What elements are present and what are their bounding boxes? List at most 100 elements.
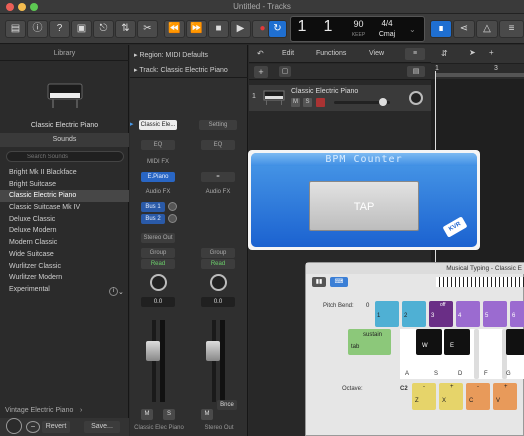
list-item[interactable]: Wurlitzer Classic [0,261,129,273]
global-tracks-icon[interactable]: ▢ [279,66,291,77]
info-icon[interactable]: i [109,287,118,296]
octave-down-key[interactable]: -Z [412,383,436,410]
count-in-button[interactable]: △ [476,20,498,38]
black-key-4[interactable]: 4 [456,301,480,327]
mute-button[interactable]: M [291,98,300,107]
chevron-down-icon[interactable]: ⌄ [118,288,124,296]
rewind-icon: ⏪ [168,23,181,34]
view-menu[interactable]: View [369,50,384,57]
automation-mode[interactable]: Read [141,259,175,269]
black-key-3[interactable]: off 3 [429,301,453,327]
toolbar-toggle-button[interactable]: ▣ [71,20,92,38]
quick-help-button[interactable]: ? [49,20,70,38]
track-header[interactable]: ▸ Track: Classic Electric Piano [134,66,228,74]
list-item[interactable]: Modern Classic [0,237,129,249]
link-icon[interactable]: ⚭ [201,172,235,182]
library-button[interactable]: ▤ [5,20,26,38]
piano-key-t[interactable] [506,329,524,355]
bus-1-send[interactable]: Bus 1 [141,202,165,212]
list-item[interactable]: Deluxe Modern [0,225,129,237]
volume-slider-thumb[interactable] [379,98,387,106]
mini-keyboard[interactable] [436,277,524,287]
solo-button[interactable]: S [163,409,175,420]
library-patch-name: Classic Electric Piano [30,122,99,129]
group-slot[interactable]: Group [201,248,235,258]
output-slot[interactable]: Stereo Out [141,233,175,243]
editors-button[interactable]: ✂ [137,20,158,38]
midi-fx-slot[interactable]: MIDI FX [141,157,175,167]
velocity-up-key[interactable]: + V [493,383,517,410]
audio-fx-slot[interactable]: Audio FX [201,187,235,197]
pan-knob[interactable] [150,274,167,291]
send-knob[interactable] [168,214,177,223]
mixer-button[interactable]: ⇅ [115,20,136,38]
library-footer-item[interactable]: Vintage Electric Piano [5,407,73,414]
black-key-6[interactable]: 6 [510,301,524,327]
keyboard-mode-button[interactable]: ▮▮ [312,277,326,287]
cycle-button[interactable]: ↻ [268,20,287,38]
avatar-button[interactable] [6,418,22,434]
black-key-1[interactable]: 1 [375,301,399,327]
back-icon[interactable]: ↶ [257,49,264,58]
list-item[interactable]: Bright Mk II Blackface [0,167,129,179]
pan-knob[interactable] [409,91,423,105]
metronome-button[interactable]: ≡ [499,20,524,38]
edit-menu[interactable]: Edit [282,50,294,57]
group-slot[interactable]: Group [141,248,175,258]
pointer-tool-icon[interactable]: ➤ [469,48,476,57]
automation-mode[interactable]: Read [201,259,235,269]
list-item[interactable]: Wurlitzer Modern [0,272,129,284]
eq-slot[interactable]: EQ [201,140,235,150]
minus-icon[interactable]: − [26,421,40,433]
volume-fader[interactable] [206,341,220,361]
channel-setting-button[interactable]: Setting [199,120,237,130]
cycle-region[interactable] [435,73,524,77]
mute-button[interactable]: M [201,409,213,420]
tuner-button[interactable]: ∎ [430,20,452,38]
forward-button[interactable]: ⏩ [186,20,207,38]
audio-fx-slot[interactable]: Audio FX [141,187,175,197]
instrument-slot[interactable]: E.Piano [141,172,175,182]
eq-slot[interactable]: EQ [141,140,175,150]
record-enable-button[interactable] [316,98,325,107]
play-button[interactable]: ▶ [230,20,251,38]
list-item[interactable]: Classic Suitcase Mk IV [0,202,129,214]
sustain-key[interactable]: sustain tab [348,329,391,355]
piano-key-e[interactable]: E [444,329,470,355]
rewind-button[interactable]: ⏪ [164,20,185,38]
black-key-2[interactable]: 2 [402,301,426,327]
bus-2-send[interactable]: Bus 2 [141,214,165,224]
velocity-down-key[interactable]: -C [466,383,490,410]
revert-button[interactable]: Revert [42,421,70,433]
solo-button[interactable]: S [303,98,312,107]
stop-button[interactable]: ■ [208,20,229,38]
list-item[interactable]: Bright Suitcase [0,179,129,191]
tap-button[interactable]: TAP [309,181,419,231]
send-knob[interactable] [168,202,177,211]
smart-controls-button[interactable]: ⎋ [93,20,114,38]
channel-setting-button[interactable]: Classic Ele... [139,120,177,130]
sound-search-input[interactable] [6,151,124,162]
list-item[interactable]: Wide Suitcase [0,249,129,261]
tool-menu[interactable]: ⇵ [441,49,448,58]
add-track-button[interactable]: + [254,66,268,78]
piano-key-w[interactable]: W [416,329,442,355]
bounce-button[interactable]: Bnce [217,400,237,410]
mute-button[interactable]: M [141,409,153,420]
region-header[interactable]: ▸ Region: MIDI Defaults [134,51,208,59]
volume-fader[interactable] [146,341,160,361]
functions-menu[interactable]: Functions [316,50,346,57]
list-icon[interactable]: ▤ [407,66,425,77]
solo-button[interactable]: ⋖ [453,20,475,38]
black-key-5[interactable]: 5 [483,301,507,327]
typing-mode-button[interactable]: ⌨ [330,277,348,287]
octave-up-key[interactable]: + X [439,383,463,410]
list-item[interactable]: Classic Electric Piano [0,190,129,203]
inspector-button[interactable]: ⓘ [27,20,48,38]
save-button[interactable]: Save... [84,421,120,433]
lcd-display[interactable]: 1 1 90 KEEP 4/4 Cmaj ⌄ [290,16,425,42]
list-item[interactable]: Deluxe Classic [0,214,129,226]
pan-knob[interactable] [210,274,227,291]
catch-icon[interactable]: ≡ [405,48,425,60]
pencil-tool-icon[interactable]: + [489,48,494,57]
